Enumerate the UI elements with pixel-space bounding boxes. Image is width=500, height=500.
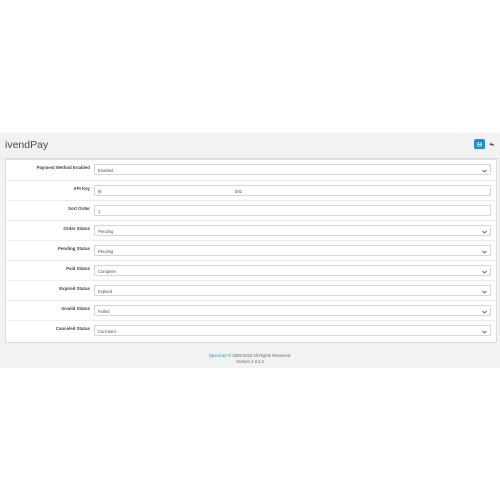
copyright-text: © 2009-2023 All Rights Reserved.	[226, 353, 292, 358]
version-text: Version 4.0.2.2	[236, 358, 264, 364]
field-label: Canceled Status	[55, 326, 90, 331]
back-button[interactable]	[488, 139, 496, 149]
form-row-pending-status: Pending Status Pending	[6, 240, 496, 261]
chevron-down-icon	[482, 169, 487, 173]
expired-status-select[interactable]: Expired	[94, 285, 491, 296]
reply-icon	[489, 142, 495, 146]
form-row-paid-status: Paid Status Complete	[6, 260, 496, 281]
chevron-down-icon	[482, 270, 487, 274]
page-title: ivendPay	[5, 139, 49, 151]
field-label: Order Status	[63, 226, 90, 231]
form-row-sort-order: Sort Order 1	[6, 200, 496, 221]
select-value: Expired	[98, 288, 113, 294]
settings-form-panel: Payment Method Enabled Enabled API Key 9…	[5, 159, 497, 343]
page-footer: OpenCart © 2009-2023 All Rights Reserved…	[0, 353, 500, 364]
input-value: 1	[98, 208, 101, 214]
pending-status-select[interactable]: Pending	[94, 245, 491, 256]
api-key-input[interactable]: 9( b92	[94, 185, 491, 196]
field-label: Sort Order	[68, 206, 90, 211]
field-label: Expired Status	[59, 286, 90, 291]
page-header: ivendPay	[0, 133, 500, 159]
order-status-select[interactable]: Pending	[94, 225, 491, 236]
chevron-down-icon	[482, 250, 487, 254]
form-row-order-status: Order Status Pending	[6, 220, 496, 241]
form-row-api-key: API Key 9( b92	[6, 180, 496, 201]
chevron-down-icon	[482, 290, 487, 294]
input-value-tail: b92	[235, 188, 242, 194]
input-value: 9(	[98, 188, 102, 194]
payment-method-enabled-select[interactable]: Enabled	[94, 164, 491, 175]
field-label: Payment Method Enabled	[36, 165, 90, 170]
save-icon	[477, 142, 482, 146]
paid-status-select[interactable]: Complete	[94, 265, 491, 276]
field-label: Paid Status	[66, 266, 90, 271]
chevron-down-icon	[482, 330, 487, 334]
admin-content-area: ivendPay Payment Method Enabled Enabled …	[0, 133, 500, 368]
field-label: API Key	[73, 186, 90, 191]
invalid-status-select[interactable]: Failed	[94, 305, 491, 316]
form-row-invalid-status: Invalid Status Failed	[6, 300, 496, 321]
select-value: Canceled	[98, 328, 116, 334]
select-value: Pending	[98, 248, 114, 254]
field-label: Invalid Status	[61, 306, 90, 311]
canceled-status-select[interactable]: Canceled	[94, 325, 491, 336]
form-row-canceled-status: Canceled Status Canceled	[6, 320, 496, 341]
sort-order-input[interactable]: 1	[94, 205, 491, 216]
field-label: Pending Status	[58, 246, 90, 251]
form-row-expired-status: Expired Status Expired	[6, 280, 496, 301]
select-value: Enabled	[98, 167, 114, 173]
select-value: Failed	[98, 308, 110, 314]
select-value: Pending	[98, 228, 114, 234]
chevron-down-icon	[482, 230, 487, 234]
form-row-payment-method-enabled: Payment Method Enabled Enabled	[6, 160, 496, 180]
save-button[interactable]	[474, 139, 485, 149]
select-value: Complete	[98, 268, 116, 274]
opencart-link[interactable]: OpenCart	[209, 353, 227, 358]
chevron-down-icon	[482, 310, 487, 314]
